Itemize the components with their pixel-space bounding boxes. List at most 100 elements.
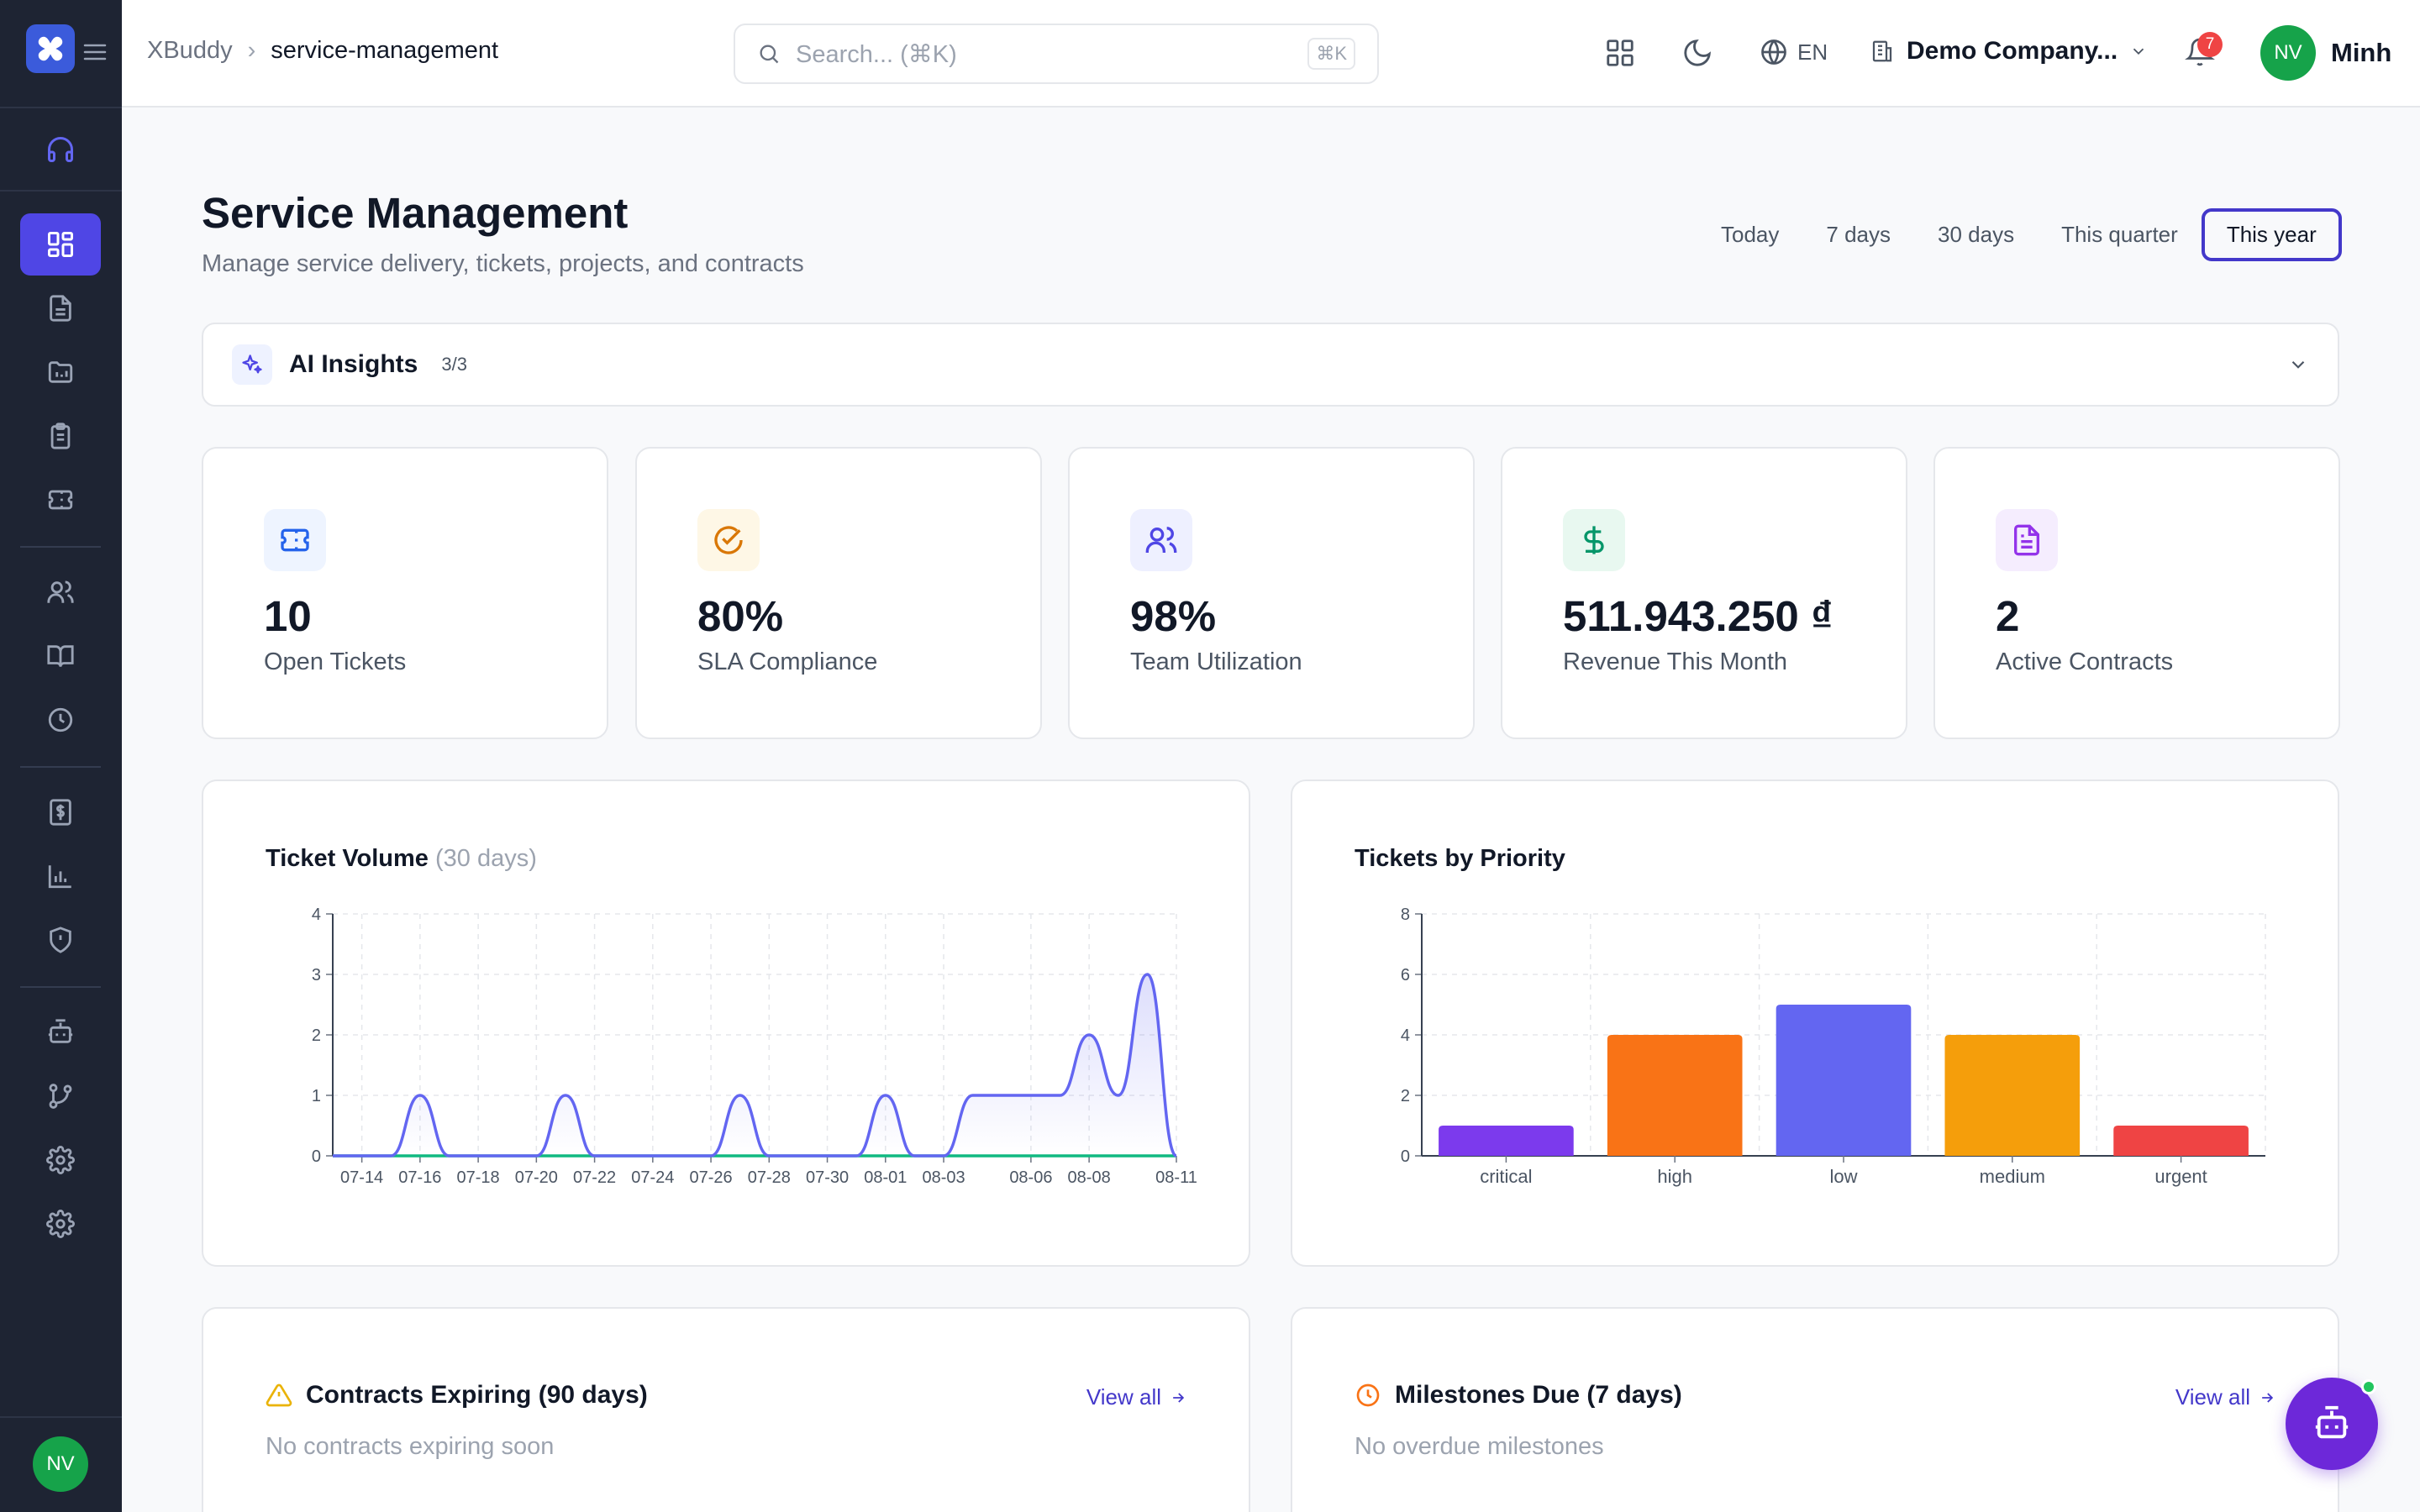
sidebar-item-knowledge[interactable] [20,625,101,687]
search-placeholder: Search... (⌘K) [796,40,957,68]
apps-grid-button[interactable] [1604,37,1636,69]
dashboard-grid-icon [48,232,73,257]
page-subtitle: Manage service delivery, tickets, projec… [202,250,804,277]
x-tick-label: 07-26 [689,1168,732,1187]
sidebar-item-projects[interactable] [20,341,101,403]
sidebar-item-settings[interactable] [20,1129,101,1191]
period-this-quarter[interactable]: This quarter [2038,210,2202,260]
sidebar-item-admin-settings[interactable] [20,1193,101,1255]
sidebar-user-avatar[interactable]: NV [33,1436,88,1492]
sidebar-item-tasks[interactable] [20,405,101,467]
moon-icon [1684,39,1711,66]
file-text-icon [1996,509,2058,571]
kpi-label: Active Contracts [1996,648,2174,675]
search-shortcut: ⌘K [1307,38,1355,70]
warning-icon [266,1383,292,1407]
contracts-title: Contracts Expiring (90 days) [266,1381,648,1410]
topbar: XBuddy › service-management Search... (⌘… [122,0,2420,108]
language-selector[interactable]: EN [1759,37,1828,67]
search-icon [760,45,779,64]
milestones-empty-state: No overdue milestones [1355,1433,1604,1460]
xbuddy-logo-icon [38,36,63,61]
language-label: EN [1797,39,1828,65]
user-name: Minh [2331,38,2392,67]
dollar-icon [1563,509,1625,571]
bar-urgent [2113,1126,2249,1156]
kpi-card-revenue[interactable]: 511.943.250 ₫ Revenue This Month [1501,447,1907,739]
sidebar-item-reports[interactable] [20,845,101,907]
y-tick-label: 8 [1401,906,1410,924]
gear-icon [46,1146,75,1174]
sidebar-item-team[interactable] [20,561,101,623]
y-tick-label: 1 [312,1087,321,1105]
headphones-icon [48,137,73,162]
folder-icon [48,361,73,383]
period-filter: Today 7 days 30 days This quarter This y… [1697,208,2342,261]
sidebar-separator [20,546,101,548]
arrow-right-icon [2262,1392,2274,1403]
dark-mode-toggle[interactable] [1681,37,1713,69]
x-tick-label: urgent [2154,1166,2207,1187]
sidebar-item-workflows[interactable] [20,1065,101,1127]
ai-insights-panel[interactable]: AI Insights 3/3 [202,323,2339,407]
x-tick-label: 07-30 [806,1168,849,1187]
milestones-view-all-link[interactable]: View all [2175,1384,2275,1410]
view-all-label: View all [1086,1384,1161,1410]
chevron-down-icon [2133,48,2144,55]
users-icon [1130,509,1192,571]
sidebar-item-security[interactable] [20,909,101,971]
sidebar-item-billing[interactable] [20,781,101,843]
x-tick-label: 07-16 [398,1168,441,1187]
period-30-days[interactable]: 30 days [1914,210,2038,260]
sidebar-item-tickets[interactable] [20,469,101,531]
app-logo[interactable] [26,24,75,73]
sparkles-icon [232,344,272,385]
x-tick-label: low [1829,1166,1857,1187]
notification-badge: 7 [2197,32,2223,57]
breadcrumb-separator: › [247,37,256,64]
contracts-title-text: Contracts Expiring (90 days) [306,1381,648,1409]
sidebar-item-automation[interactable] [20,1001,101,1063]
sidebar-item-support[interactable] [20,118,101,181]
kpi-value: 80% [697,592,784,640]
bot-icon [48,1019,73,1043]
company-selector[interactable]: Demo Company... [1870,37,2148,66]
kpi-value: 98% [1130,592,1217,640]
contracts-expiring-card: Contracts Expiring (90 days) View all No… [202,1307,1250,1512]
user-menu[interactable]: NV Minh [2260,25,2391,81]
contracts-empty-state: No contracts expiring soon [266,1433,555,1460]
kpi-label: Open Tickets [264,648,407,675]
kpi-label: Team Utilization [1130,648,1302,675]
contracts-view-all-link[interactable]: View all [1086,1384,1186,1410]
kpi-card-open-tickets[interactable]: 10 Open Tickets [202,447,608,739]
breadcrumb-root[interactable]: XBuddy [147,37,233,65]
view-all-label: View all [2175,1384,2250,1410]
search-input[interactable]: Search... (⌘K) ⌘K [734,24,1379,84]
period-today[interactable]: Today [1697,210,1802,260]
ai-insights-label: AI Insights [289,350,418,378]
period-this-year[interactable]: This year [2201,208,2342,261]
menu-icon[interactable] [83,42,107,62]
ticket-volume-chart: 0 1 2 3 4 07-14 07-16 07-18 07-20 07-22 07-24 07-26… [312,906,1197,1187]
kpi-card-team-utilization[interactable]: 98% Team Utilization [1068,447,1475,739]
sidebar-item-dashboard[interactable] [20,213,101,276]
kpi-label: SLA Compliance [697,648,878,675]
page-title: Service Management [202,189,629,237]
milestones-title: Milestones Due (7 days) [1355,1381,1682,1410]
clock-icon [1356,1383,1380,1407]
kpi-card-active-contracts[interactable]: 2 Active Contracts [1933,447,2340,739]
period-7-days[interactable]: 7 days [1802,210,1914,260]
y-tick-label: 4 [1401,1026,1410,1045]
sidebar: NV [0,0,122,1512]
sidebar-item-time[interactable] [20,689,101,751]
x-tick-label: 08-03 [922,1168,965,1187]
sidebar-separator [20,986,101,988]
kpi-value: 511.943.250 ₫ [1563,592,1833,640]
chevron-down-icon[interactable] [2287,354,2309,375]
ai-insights-count: 3/3 [441,354,467,375]
clipboard-icon [50,423,71,449]
sidebar-item-documents[interactable] [20,277,101,339]
kpi-card-sla-compliance[interactable]: 80% SLA Compliance [635,447,1042,739]
x-tick-label: 07-14 [340,1168,383,1187]
gear-icon [46,1210,75,1238]
